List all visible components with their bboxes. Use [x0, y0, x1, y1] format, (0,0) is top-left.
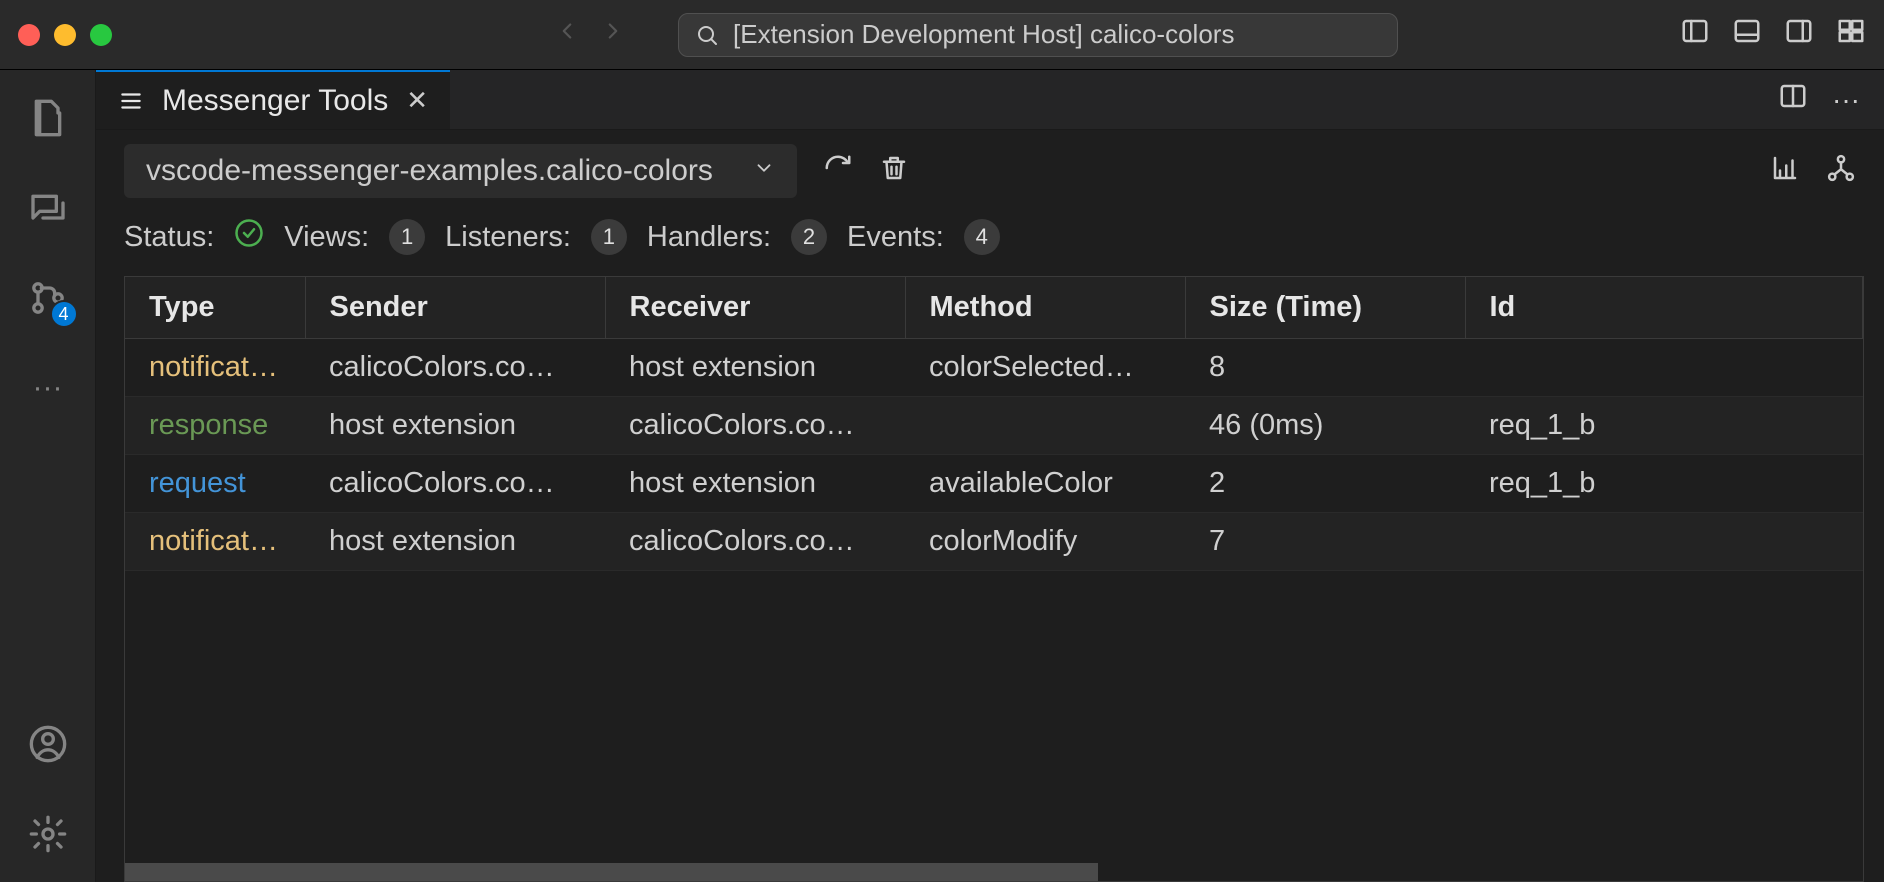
table-row[interactable]: requestcalicoColors.co…host extensionava…	[125, 455, 1863, 513]
explorer-icon[interactable]	[24, 94, 72, 142]
refresh-icon[interactable]	[823, 153, 853, 190]
split-editor-icon[interactable]	[1778, 81, 1808, 118]
table-cell: host extension	[605, 455, 905, 513]
listeners-label: Listeners:	[445, 221, 571, 254]
minimize-window-button[interactable]	[54, 24, 76, 46]
column-header[interactable]: Type	[125, 277, 305, 339]
table-row[interactable]: notificationcalicoColors.co…host extensi…	[125, 339, 1863, 397]
tab-messenger-tools[interactable]: Messenger Tools ✕	[96, 70, 450, 129]
table-cell: 46 (0ms)	[1185, 397, 1465, 455]
accounts-icon[interactable]	[24, 720, 72, 768]
views-count-badge: 1	[389, 219, 425, 255]
more-icon[interactable]: ···	[24, 364, 72, 412]
events-label: Events:	[847, 221, 944, 254]
tab-actions: ···	[1778, 70, 1884, 129]
table-cell: notification	[125, 513, 305, 571]
activity-bar: 4 ···	[0, 70, 96, 882]
command-center-text: [Extension Development Host] calico-colo…	[733, 19, 1234, 50]
table-cell: request	[125, 455, 305, 513]
dropdown-label: vscode-messenger-examples.calico-colors	[146, 154, 713, 188]
layout-controls	[1680, 16, 1866, 53]
toggle-secondary-sidebar-icon[interactable]	[1784, 16, 1814, 53]
toggle-panel-icon[interactable]	[1732, 16, 1762, 53]
table-cell: host extension	[605, 339, 905, 397]
table-cell: 7	[1185, 513, 1465, 571]
window-controls	[18, 24, 112, 46]
table-row[interactable]: responsehost extensioncalicoColors.co… 46…	[125, 397, 1863, 455]
table-cell: colorSelected…	[905, 339, 1185, 397]
chart-icon[interactable]	[1770, 153, 1800, 190]
trash-icon[interactable]	[879, 153, 909, 190]
search-icon	[695, 23, 719, 47]
tab-title: Messenger Tools	[162, 84, 388, 118]
column-header[interactable]: Sender	[305, 277, 605, 339]
panel-toolbar: vscode-messenger-examples.calico-colors	[96, 130, 1884, 212]
table-cell: 8	[1185, 339, 1465, 397]
titlebar: [Extension Development Host] calico-colo…	[0, 0, 1884, 70]
events-table: TypeSenderReceiverMethodSize (Time)Id no…	[125, 277, 1863, 571]
status-ok-icon	[234, 218, 264, 256]
fullscreen-window-button[interactable]	[90, 24, 112, 46]
status-label: Status:	[124, 221, 214, 254]
more-actions-icon[interactable]: ···	[1832, 84, 1860, 116]
table-cell: host extension	[305, 397, 605, 455]
views-label: Views:	[284, 221, 369, 254]
scm-badge: 4	[50, 300, 78, 328]
command-center[interactable]: [Extension Development Host] calico-colo…	[678, 13, 1398, 57]
column-header[interactable]: Receiver	[605, 277, 905, 339]
table-cell	[1465, 513, 1863, 571]
close-window-button[interactable]	[18, 24, 40, 46]
table-row[interactable]: notificationhost extensioncalicoColors.c…	[125, 513, 1863, 571]
table-cell: calicoColors.co…	[605, 513, 905, 571]
handlers-label: Handlers:	[647, 221, 771, 254]
events-count-badge: 4	[964, 219, 1000, 255]
editor-area: Messenger Tools ✕ ··· vscode-messenger-e…	[96, 70, 1884, 882]
table-cell: req_1_b	[1465, 397, 1863, 455]
table-cell: response	[125, 397, 305, 455]
table-cell: availableColor	[905, 455, 1185, 513]
customize-layout-icon[interactable]	[1836, 16, 1866, 53]
table-cell	[905, 397, 1185, 455]
toggle-primary-sidebar-icon[interactable]	[1680, 16, 1710, 53]
column-header[interactable]: Id	[1465, 277, 1863, 339]
chat-icon[interactable]	[24, 184, 72, 232]
nav-arrows	[554, 18, 626, 52]
close-tab-icon[interactable]: ✕	[406, 85, 428, 116]
table-header-row: TypeSenderReceiverMethodSize (Time)Id	[125, 277, 1863, 339]
table-cell: notification	[125, 339, 305, 397]
events-table-wrap: TypeSenderReceiverMethodSize (Time)Id no…	[124, 276, 1864, 882]
table-cell: 2	[1185, 455, 1465, 513]
editor-tabs: Messenger Tools ✕ ···	[96, 70, 1884, 130]
listeners-count-badge: 1	[591, 219, 627, 255]
table-cell: calicoColors.co…	[605, 397, 905, 455]
extension-dropdown[interactable]: vscode-messenger-examples.calico-colors	[124, 144, 797, 198]
column-header[interactable]: Size (Time)	[1185, 277, 1465, 339]
handlers-count-badge: 2	[791, 219, 827, 255]
chevron-down-icon	[753, 157, 775, 186]
table-cell: calicoColors.co…	[305, 339, 605, 397]
menu-icon	[118, 88, 144, 114]
nav-forward-icon[interactable]	[600, 18, 626, 52]
source-control-icon[interactable]: 4	[24, 274, 72, 322]
column-header[interactable]: Method	[905, 277, 1185, 339]
table-cell: req_1_b	[1465, 455, 1863, 513]
settings-gear-icon[interactable]	[24, 810, 72, 858]
horizontal-scrollbar[interactable]	[125, 863, 1098, 881]
nav-back-icon[interactable]	[554, 18, 580, 52]
table-cell: host extension	[305, 513, 605, 571]
table-cell	[1465, 339, 1863, 397]
table-cell: colorModify	[905, 513, 1185, 571]
table-cell: calicoColors.co…	[305, 455, 605, 513]
diagram-icon[interactable]	[1826, 153, 1856, 190]
status-row: Status: Views: 1 Listeners: 1 Handlers: …	[96, 212, 1884, 270]
